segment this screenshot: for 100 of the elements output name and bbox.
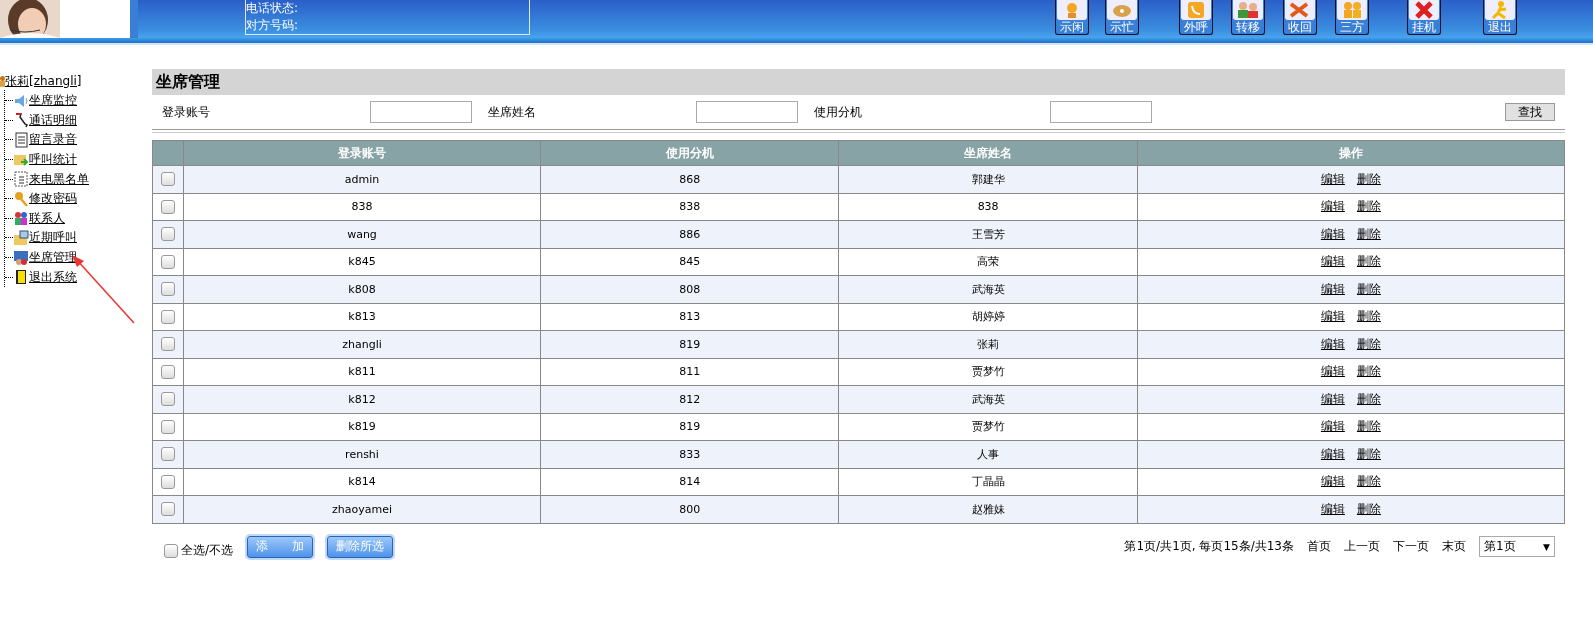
people-icon xyxy=(13,210,29,227)
menu-link[interactable]: 通话明细 xyxy=(29,111,77,129)
pager-link[interactable]: 首页 xyxy=(1307,538,1331,555)
toolbar-button[interactable]: 收回 xyxy=(1283,0,1317,35)
menu-link[interactable]: 退出系统 xyxy=(29,268,77,286)
table-cell: 808 xyxy=(679,282,701,296)
table-cell: 833 xyxy=(679,447,701,461)
user-icon xyxy=(0,74,5,88)
delete-link[interactable]: 删除 xyxy=(1356,501,1381,516)
table-cell: k811 xyxy=(348,365,376,379)
input-field[interactable] xyxy=(1050,101,1152,123)
toolbar-button[interactable]: 退出 xyxy=(1483,0,1517,35)
edit-link[interactable]: 编辑 xyxy=(1320,281,1345,296)
toolbar-button[interactable]: 三方 xyxy=(1335,0,1369,35)
row-checkbox[interactable] xyxy=(161,199,175,214)
table-cell: 868 xyxy=(679,172,701,186)
edit-link[interactable]: 编辑 xyxy=(1320,171,1345,186)
page-select[interactable]: 第1页 ▼ xyxy=(1479,536,1555,557)
delete-link[interactable]: 删除 xyxy=(1356,309,1381,324)
toolbar-button[interactable]: 示闲 xyxy=(1055,0,1089,35)
edit-link[interactable]: 编辑 xyxy=(1320,226,1345,241)
row-checkbox[interactable] xyxy=(161,419,175,434)
row-checkbox[interactable] xyxy=(161,364,175,379)
row-checkbox[interactable] xyxy=(161,447,175,462)
people-icon xyxy=(1337,0,1367,20)
delete-link[interactable]: 删除 xyxy=(1356,199,1381,214)
menu-link[interactable]: 来电黑名单 xyxy=(29,170,89,188)
delete-link[interactable]: 删除 xyxy=(1356,391,1381,406)
menu-link[interactable]: 坐席监控 xyxy=(29,92,77,110)
toolbar-button[interactable]: 挂机 xyxy=(1407,0,1441,35)
delete-link[interactable]: 删除 xyxy=(1356,336,1381,351)
select-all-checkbox[interactable] xyxy=(164,543,178,558)
row-checkbox[interactable] xyxy=(161,337,175,352)
monitor-icon xyxy=(13,249,29,266)
toolbar-button[interactable]: 示忙 xyxy=(1105,0,1139,35)
edit-link[interactable]: 编辑 xyxy=(1320,501,1345,516)
delete-link[interactable]: 删除 xyxy=(1356,171,1381,186)
menu-link[interactable]: 近期呼叫 xyxy=(29,229,77,247)
edit-link[interactable]: 编辑 xyxy=(1320,446,1345,461)
edit-link[interactable]: 编辑 xyxy=(1320,474,1345,489)
toolbar-button[interactable]: 转移 xyxy=(1231,0,1265,35)
table-cell: renshi xyxy=(345,447,379,461)
delete-link[interactable]: 删除 xyxy=(1356,364,1381,379)
delete-link[interactable]: 删除 xyxy=(1356,474,1381,489)
table-cell: 800 xyxy=(679,502,701,516)
menu-link[interactable]: 修改密码 xyxy=(29,190,77,208)
table-cell: k813 xyxy=(348,310,376,324)
table-cell: k808 xyxy=(348,282,376,296)
edit-link[interactable]: 编辑 xyxy=(1320,309,1345,324)
table-cell: 845 xyxy=(679,255,701,269)
row-checkbox[interactable] xyxy=(161,227,175,242)
row-checkbox[interactable] xyxy=(161,309,175,324)
delete-link[interactable]: 删除 xyxy=(1356,419,1381,434)
column-header: 坐席姓名 xyxy=(838,140,1138,166)
table-cell: 贾梦竹 xyxy=(971,420,1005,434)
delete-link[interactable]: 删除 xyxy=(1356,281,1381,296)
pager-link[interactable]: 下一页 xyxy=(1393,538,1429,555)
select-all-label: 全选/不选 xyxy=(181,542,234,559)
menu-link[interactable]: 留言录音 xyxy=(29,131,77,149)
edit-link[interactable]: 编辑 xyxy=(1320,419,1345,434)
edit-link[interactable]: 编辑 xyxy=(1320,336,1345,351)
table-cell: 武海英 xyxy=(971,282,1005,296)
row-checkbox[interactable] xyxy=(161,502,175,517)
column-header: 登录账号 xyxy=(183,140,541,166)
document-icon xyxy=(13,132,29,148)
menu-link[interactable]: 坐席管理 xyxy=(29,249,77,267)
search-button[interactable]: 查找 xyxy=(1505,103,1555,121)
delete-link[interactable]: 删除 xyxy=(1356,446,1381,461)
table-cell: 886 xyxy=(679,227,701,241)
table-cell: 丁晶晶 xyxy=(971,475,1005,489)
table-cell: 赵雅妹 xyxy=(971,502,1005,516)
row-checkbox[interactable] xyxy=(161,172,175,187)
row-checkbox[interactable] xyxy=(161,392,175,407)
table-cell: 813 xyxy=(679,310,701,324)
field-label: 使用分机 xyxy=(814,103,863,121)
table-cell: k845 xyxy=(348,255,376,269)
edit-link[interactable]: 编辑 xyxy=(1320,364,1345,379)
table-cell: zhangli xyxy=(342,337,382,351)
table-cell: 张莉 xyxy=(977,337,1000,351)
table-cell: k814 xyxy=(348,475,376,489)
table-cell: 838 xyxy=(679,200,701,214)
menu-link[interactable]: 呼叫统计 xyxy=(29,151,77,169)
column-header: 操作 xyxy=(1137,140,1565,166)
input-field[interactable] xyxy=(696,101,798,123)
edit-link[interactable]: 编辑 xyxy=(1320,391,1345,406)
table-cell: wang xyxy=(347,227,377,241)
delete-link[interactable]: 删除 xyxy=(1356,226,1381,241)
row-checkbox[interactable] xyxy=(161,254,175,269)
pager-link[interactable]: 上一页 xyxy=(1344,538,1380,555)
edit-link[interactable]: 编辑 xyxy=(1320,254,1345,269)
edit-link[interactable]: 编辑 xyxy=(1320,199,1345,214)
row-checkbox[interactable] xyxy=(161,474,175,489)
row-checkbox[interactable] xyxy=(161,282,175,297)
menu-link[interactable]: 联系人 xyxy=(29,209,65,227)
input-field[interactable] xyxy=(370,101,472,123)
toolbar-button[interactable]: 外呼 xyxy=(1179,0,1213,35)
pager-link[interactable]: 末页 xyxy=(1442,538,1466,555)
lightbulb-icon xyxy=(1057,0,1087,20)
tree-root-link[interactable]: 张莉[zhangli] xyxy=(5,72,82,90)
delete-link[interactable]: 删除 xyxy=(1356,254,1381,269)
